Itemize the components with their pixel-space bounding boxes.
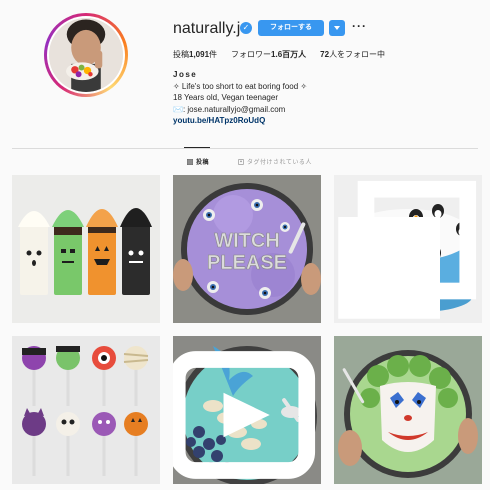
post-image-witch-please-bowl: WITCH PLEASE [173, 175, 321, 323]
following-stat[interactable]: 72人をフォロー中 [320, 49, 385, 60]
post-tile-joker-smoothie-bowl[interactable] [334, 336, 482, 484]
avatar-photo [49, 18, 123, 92]
profile-username: naturally.jo [173, 20, 250, 37]
posts-stat: 投稿1,091件 [173, 49, 217, 60]
post-image-joker-smoothie-bowl [334, 336, 482, 484]
posts-stat-count: 1,091 [189, 50, 210, 59]
posts-stat-label: 投稿 [173, 50, 189, 59]
post-image-halloween-cake-pops [12, 336, 160, 484]
witch-text-line-1: WITCH [214, 230, 280, 252]
tab-tagged-label: タグ付けされている人 [247, 160, 312, 166]
avatar-border [47, 16, 125, 94]
followers-stat-count: 1.6百万人 [271, 50, 307, 59]
tabs-divider [12, 148, 478, 149]
following-stat-label: 人をフォロー中 [329, 50, 386, 59]
video-icon [173, 351, 316, 479]
avatar-image [49, 18, 123, 92]
profile-avatar[interactable] [44, 13, 128, 97]
multiple-images-icon [338, 180, 477, 319]
more-options-icon[interactable]: ··· [352, 19, 367, 33]
post-tile-mermaid-smoothie-bowl[interactable] [173, 336, 321, 484]
tab-posts-label: 投稿 [196, 160, 210, 166]
follow-button[interactable]: フォローする [258, 20, 324, 36]
bio-line-3: ✉️: jose.naturallyjo@gmail.com [173, 104, 286, 114]
bio-name: Jose [173, 70, 198, 79]
grid-icon [187, 158, 193, 165]
posts-stat-unit: 件 [209, 50, 218, 59]
followers-stat[interactable]: フォロワー1.6百万人 [231, 49, 306, 60]
post-tile-witch-please-bowl[interactable]: WITCH PLEASE [173, 175, 321, 323]
bio-line-2: 18 Years old, Vegan teenager [173, 93, 278, 102]
verified-badge-icon: ✓ [240, 22, 252, 34]
bio-website-link[interactable]: youtu.be/HATpz0RoUdQ [173, 115, 307, 127]
post-tile-halloween-cake-pops[interactable] [12, 336, 160, 484]
tab-tagged[interactable]: タグ付けされている人 [238, 157, 312, 166]
post-tile-penguin-cake[interactable] [334, 175, 482, 323]
bio-line-1: ✧ Life's too short to eat boring food ✧ [173, 81, 308, 91]
followers-stat-label: フォロワー [231, 50, 272, 59]
witch-text-line-2: PLEASE [207, 252, 287, 274]
tagged-person-icon [238, 158, 244, 165]
profile-stats: 投稿1,091件 フォロワー1.6百万人 72人をフォロー中 [173, 49, 385, 60]
active-tab-indicator [184, 147, 210, 148]
suggested-accounts-dropdown-button[interactable] [329, 20, 345, 36]
post-tile-ghost-shakes[interactable] [12, 175, 160, 323]
post-image-ghost-shakes [12, 175, 160, 323]
profile-bio: Jose ✧ Life's too short to eat boring fo… [173, 69, 307, 127]
tab-posts[interactable]: 投稿 [187, 157, 209, 166]
following-stat-count: 72 [320, 50, 330, 59]
